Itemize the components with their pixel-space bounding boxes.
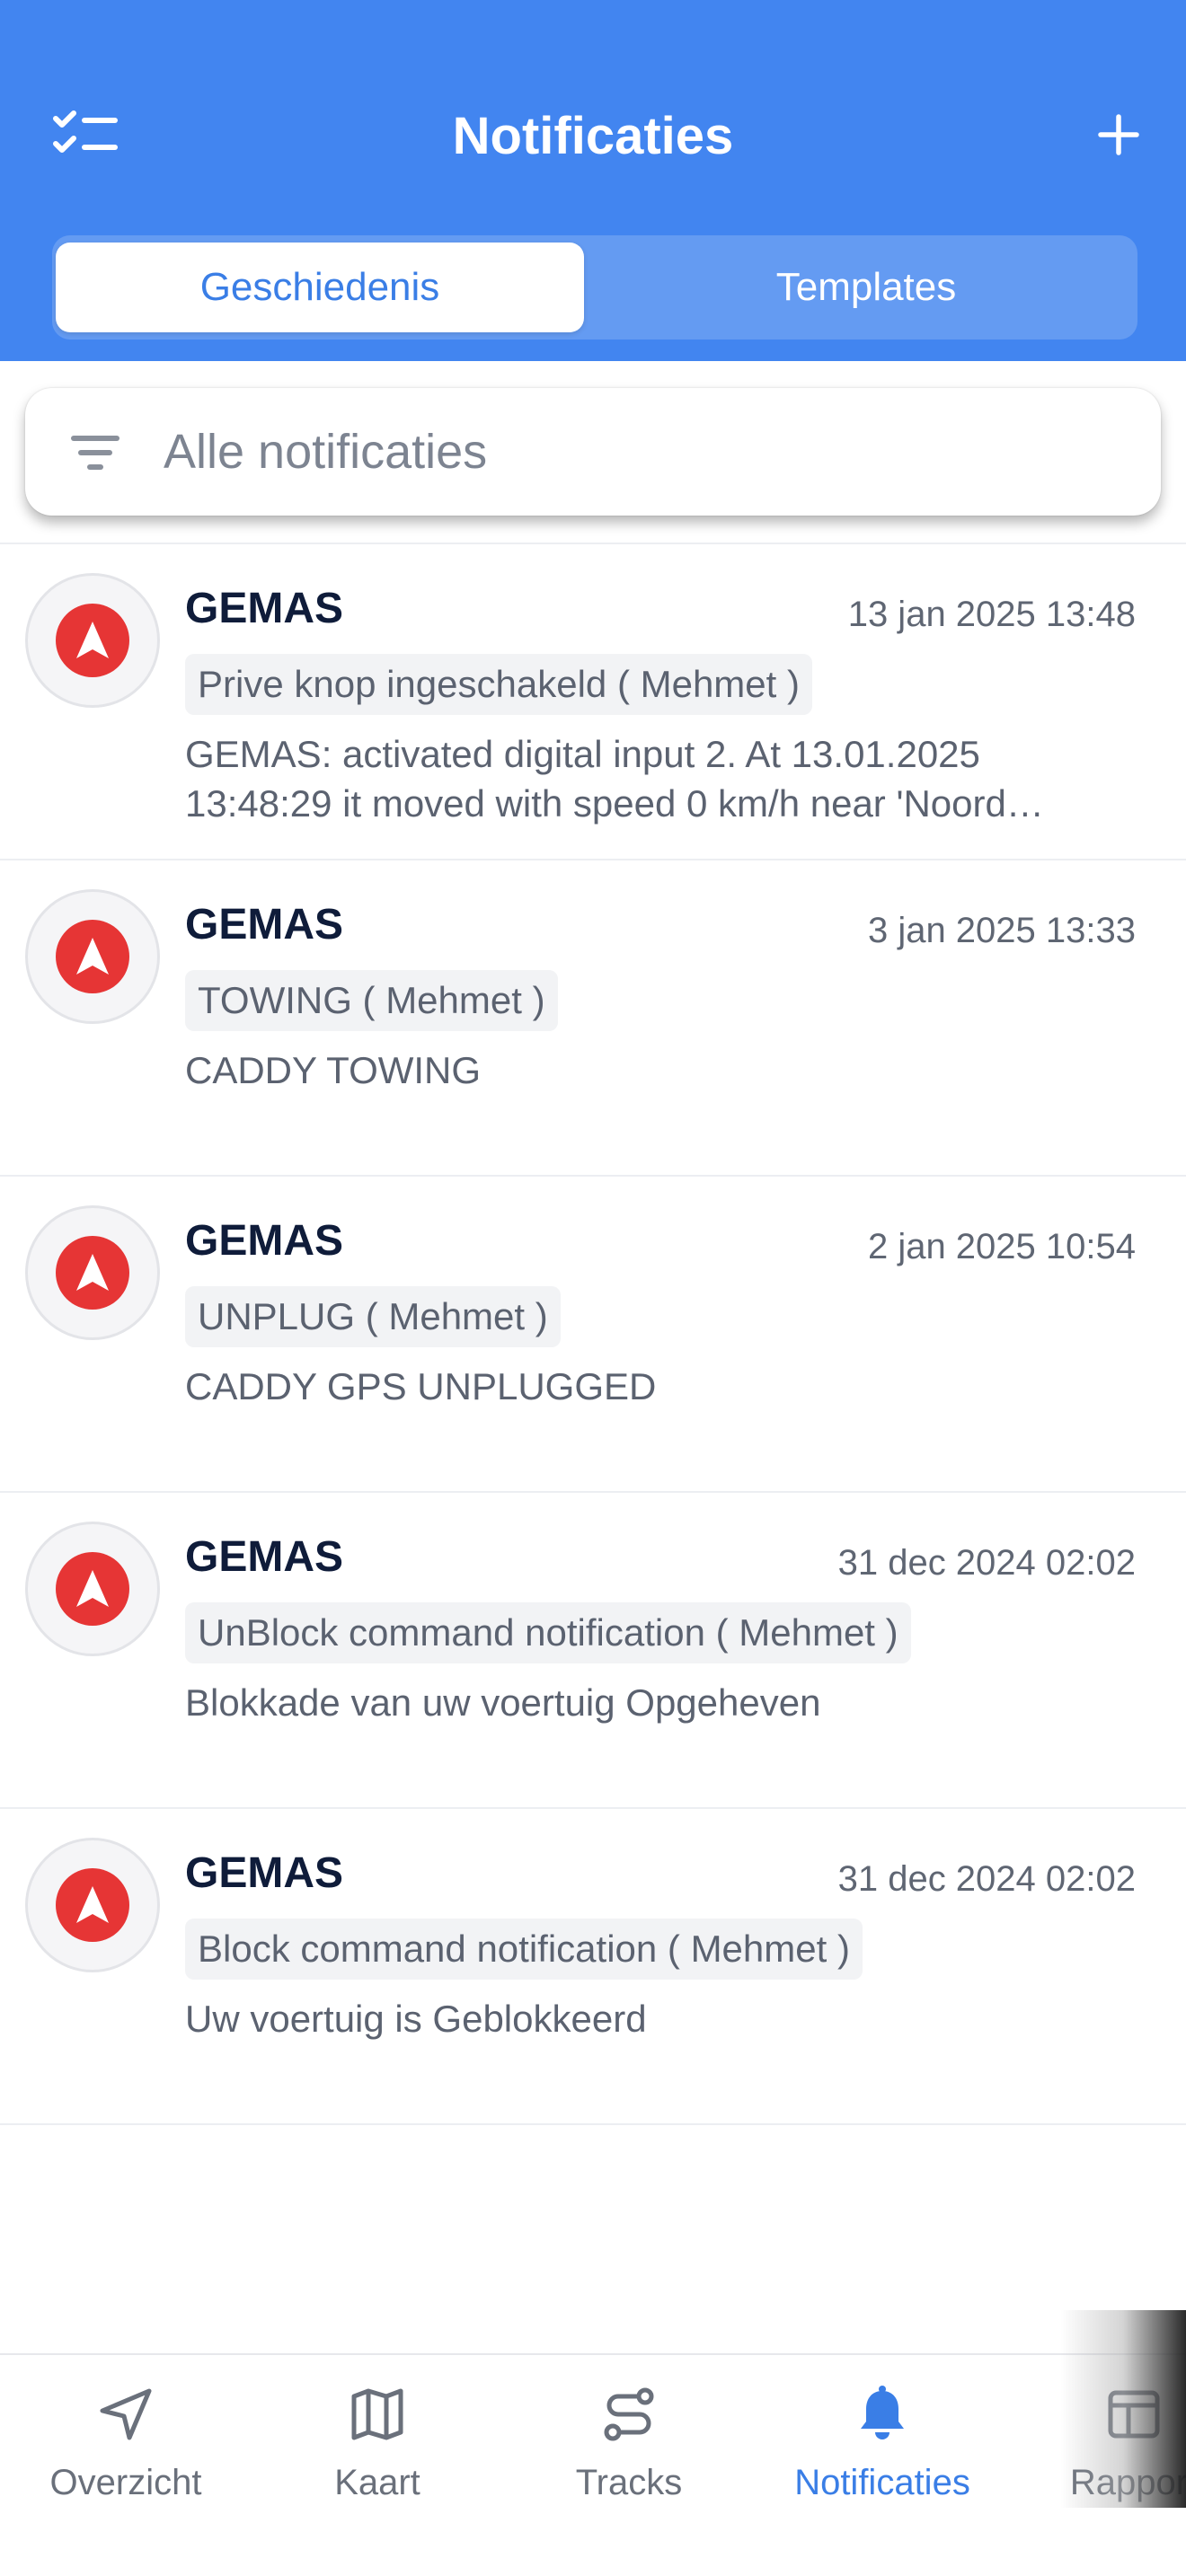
tab-tracks[interactable]: Tracks [510,2382,748,2526]
plus-icon [1098,114,1139,155]
item-date: 13 jan 2025 13:48 [847,595,1136,634]
bottom-tab-bar: Overzicht Kaart Tracks Notificaties Rapp… [0,2353,1186,2576]
route-icon [604,2387,654,2441]
navigation-arrow-icon [76,1886,109,1923]
tab-overzicht[interactable]: Overzicht [7,2382,244,2526]
filter-icon [71,436,119,470]
filter-placeholder: Alle notificaties [164,425,488,479]
avatar [25,1205,160,1340]
bell-icon [861,2386,904,2439]
navigation-arrow-icon [76,622,109,658]
list-item[interactable]: GEMAS 13 jan 2025 13:48 Prive knop inges… [0,544,1186,860]
item-title: GEMAS [185,1533,344,1581]
add-button[interactable] [1078,99,1159,171]
notification-list: GEMAS 13 jan 2025 13:48 Prive knop inges… [0,543,1186,2125]
item-date: 31 dec 2024 02:02 [837,1859,1136,1899]
item-message: Uw voertuig is Geblokkeerd [185,1998,647,2040]
filter-field[interactable]: Alle notificaties [25,388,1161,516]
item-message: Blokkade van uw voertuig Opgeheven [185,1681,821,1724]
tab-label: Rapport [1069,2463,1186,2502]
avatar [25,573,160,708]
item-title: GEMAS [185,901,344,948]
tab-notificaties[interactable]: Notificaties [764,2382,1001,2526]
item-title: GEMAS [185,1849,344,1897]
segmented-control: Geschiedenis Templates [52,235,1137,340]
item-date: 2 jan 2025 10:54 [867,1227,1136,1266]
navigation-arrow-icon [100,2388,152,2440]
avatar [25,1838,160,1972]
list-item[interactable]: GEMAS 3 jan 2025 13:33 TOWING ( Mehmet )… [0,860,1186,1177]
item-message: CADDY TOWING [185,1049,482,1091]
avatar [25,1522,160,1656]
item-date: 31 dec 2024 02:02 [837,1543,1136,1583]
item-date: 3 jan 2025 13:33 [867,911,1136,950]
tab-label: Tracks [575,2463,683,2502]
table-icon [1108,2390,1160,2439]
item-tag: TOWING ( Mehmet ) [185,970,558,1031]
map-icon [351,2388,403,2440]
navigation-arrow-icon [76,1570,109,1607]
tab-templates[interactable]: Templates [602,243,1130,332]
tab-kaart[interactable]: Kaart [259,2382,496,2526]
item-title: GEMAS [185,1217,344,1265]
tab-label: Overzicht [49,2463,202,2502]
item-tag: UnBlock command notification ( Mehmet ) [185,1602,911,1663]
item-title: GEMAS [185,585,344,632]
header: Notificaties Geschiedenis Templates [0,0,1186,361]
navigation-arrow-icon [76,1254,109,1291]
avatar [25,889,160,1024]
navigation-arrow-icon [76,938,109,975]
tab-rapport[interactable]: Rapport [1015,2382,1186,2526]
tab-geschiedenis[interactable]: Geschiedenis [56,243,584,332]
list-item[interactable]: GEMAS 31 dec 2024 02:02 UnBlock command … [0,1493,1186,1809]
item-tag: Block command notification ( Mehmet ) [185,1919,863,1980]
list-item[interactable]: GEMAS 2 jan 2025 10:54 UNPLUG ( Mehmet )… [0,1177,1186,1493]
item-message: CADDY GPS UNPLUGGED [185,1365,657,1407]
tab-label: Notificaties [794,2463,970,2502]
list-item[interactable]: GEMAS 31 dec 2024 02:02 Block command no… [0,1809,1186,2125]
tab-label: Kaart [334,2463,420,2502]
item-tag: UNPLUG ( Mehmet ) [185,1286,561,1347]
page-title: Notificaties [452,107,734,165]
item-message: GEMAS: activated digital input 2. At 13.… [185,733,1044,825]
item-tag: Prive knop ingeschakeld ( Mehmet ) [185,654,812,715]
